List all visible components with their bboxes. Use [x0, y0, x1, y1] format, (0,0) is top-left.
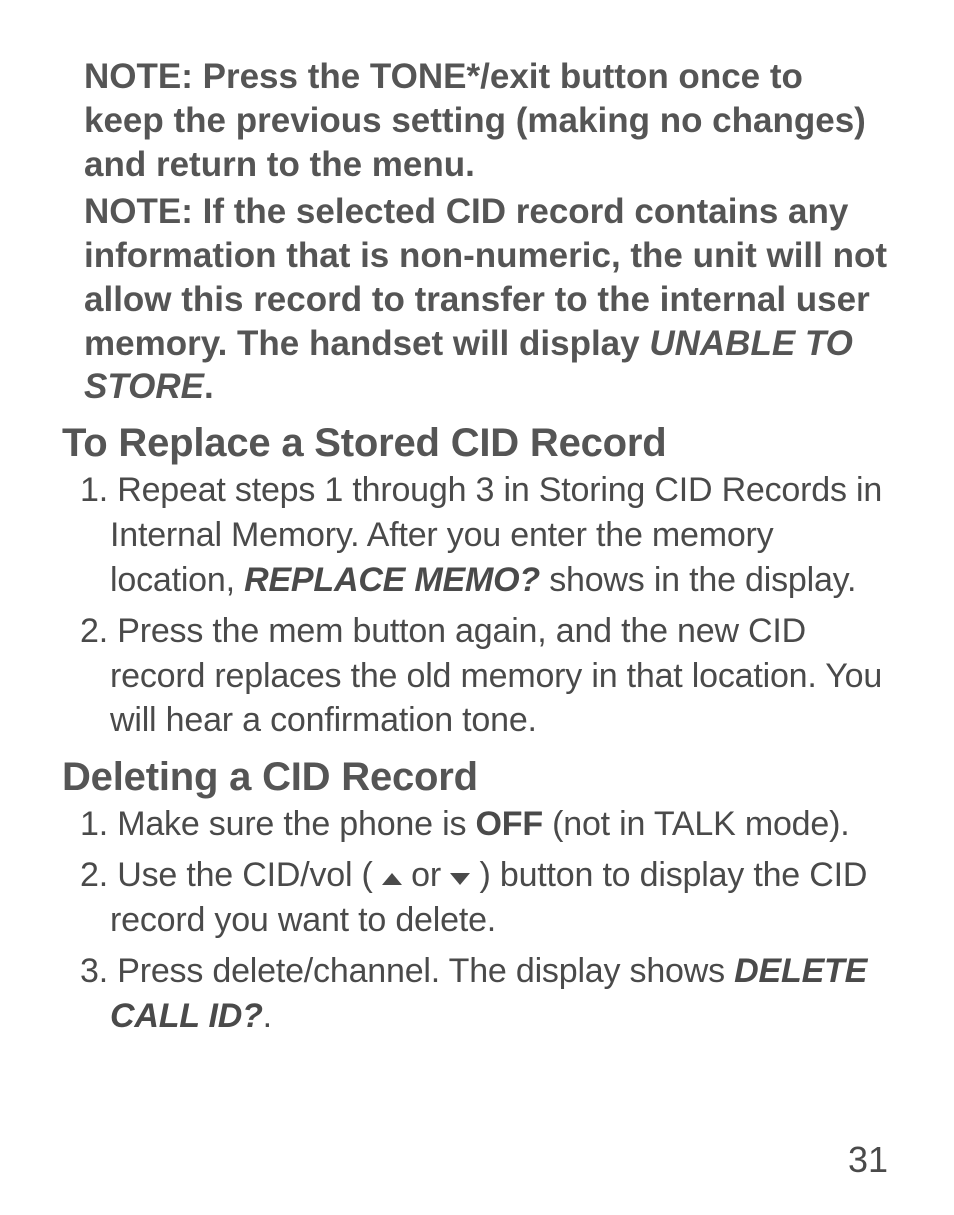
- replace-memo-code: REPLACE MEMO?: [244, 561, 540, 599]
- list-item: Press the mem button again, and the new …: [110, 609, 892, 744]
- step-text: Make sure the phone is: [117, 805, 475, 843]
- note-text: NOTE: Press the TONE*/exit button once t…: [84, 57, 866, 184]
- page-number: 31: [848, 1139, 888, 1181]
- note-cid-nonnumeric: NOTE: If the selected CID record contain…: [84, 190, 892, 409]
- step-text-mid: or: [402, 856, 450, 894]
- note2-suffix: .: [204, 367, 214, 406]
- step-text-post: .: [263, 997, 272, 1035]
- down-arrow-icon: [450, 873, 470, 885]
- manual-page: NOTE: Press the TONE*/exit button once t…: [0, 0, 954, 1215]
- list-item: Use the CID/vol ( or ) button to display…: [110, 853, 892, 943]
- heading-delete-cid: Deleting a CID Record: [62, 755, 892, 800]
- list-item: Make sure the phone is OFF (not in TALK …: [110, 802, 892, 847]
- step-text: Use the CID/vol (: [117, 856, 382, 894]
- step-text: Press the mem button again, and the new …: [110, 612, 882, 740]
- note-tone-exit: NOTE: Press the TONE*/exit button once t…: [84, 55, 892, 186]
- heading-replace-cid: To Replace a Stored CID Record: [62, 421, 892, 466]
- replace-cid-steps: Repeat steps 1 through 3 in Storing CID …: [62, 468, 892, 743]
- up-arrow-icon: [382, 873, 402, 885]
- step-text: Press delete/channel. The display shows: [117, 952, 734, 990]
- step-text-post: (not in TALK mode).: [543, 805, 850, 843]
- list-item: Press delete/channel. The display shows …: [110, 949, 892, 1039]
- delete-cid-steps: Make sure the phone is OFF (not in TALK …: [62, 802, 892, 1038]
- off-label: OFF: [476, 805, 543, 843]
- list-item: Repeat steps 1 through 3 in Storing CID …: [110, 468, 892, 603]
- step-text-post: shows in the display.: [540, 561, 856, 599]
